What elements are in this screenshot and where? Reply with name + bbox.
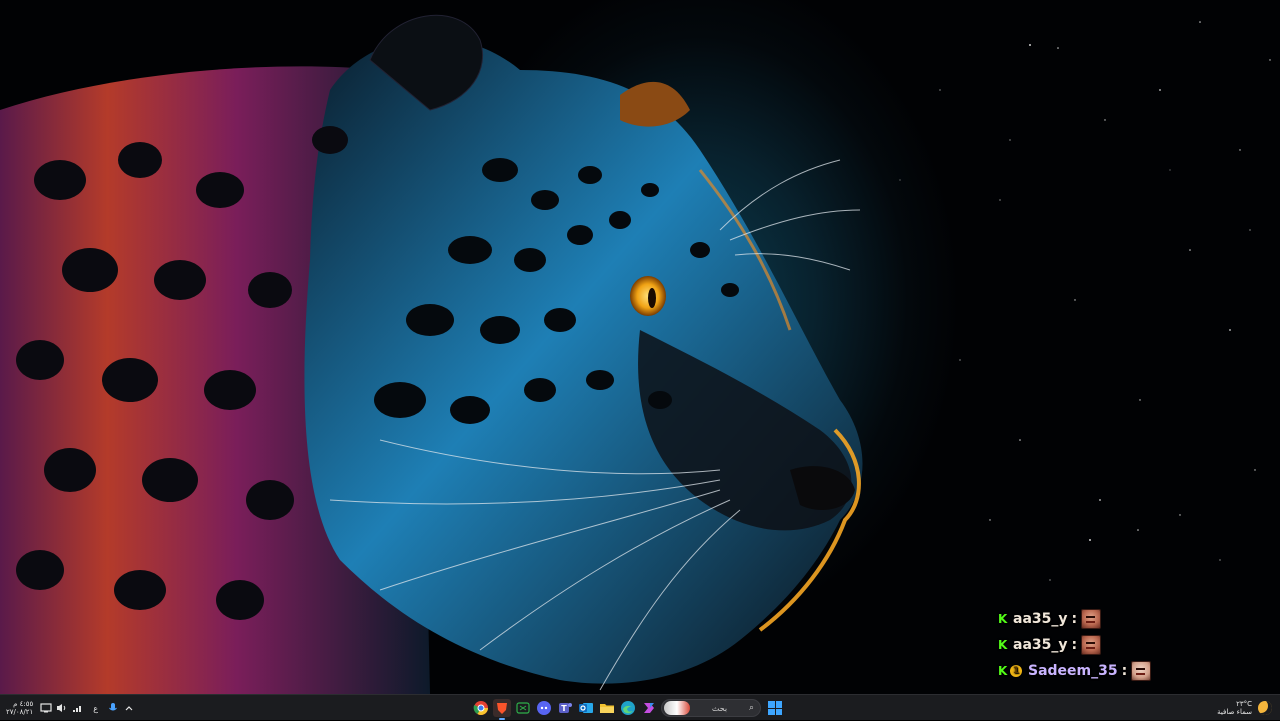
- outlook-app-icon[interactable]: [577, 699, 595, 717]
- clock-date: ٢٧/٠٨/٢١: [6, 708, 34, 716]
- chat-separator: :: [1071, 611, 1078, 627]
- teams-app-icon[interactable]: T: [556, 699, 574, 717]
- weather-condition: سماء صافية: [1217, 708, 1252, 716]
- taskbar-search-box[interactable]: بحث ⌕: [661, 699, 761, 717]
- system-tray: ٤:٥٥ م ٢٧/٠٨/٢١ ع: [6, 695, 136, 721]
- chat-separator: :: [1121, 663, 1128, 679]
- stream-chat-overlay: K aa35_y : K aa35_y : K 1 Sadeem_35 :: [998, 606, 1278, 684]
- chrome-app-icon[interactable]: [472, 699, 490, 717]
- desktop: K aa35_y : K aa35_y : K 1 Sadeem_35 :: [0, 0, 1280, 694]
- face-emote-icon: [1081, 609, 1102, 629]
- kick-platform-icon: K: [998, 638, 1008, 652]
- face-emote-icon: [1081, 635, 1102, 655]
- clock[interactable]: ٤:٥٥ م ٢٧/٠٨/٢١: [6, 700, 33, 716]
- brave-app-icon[interactable]: [493, 699, 511, 720]
- face-emote-icon: [1131, 661, 1152, 681]
- chat-username[interactable]: aa35_y: [1013, 637, 1068, 653]
- svg-text:T: T: [561, 704, 567, 713]
- subscriber-badge-icon: 1: [1010, 665, 1022, 677]
- chat-username[interactable]: aa35_y: [1013, 611, 1068, 627]
- moon-icon: [1258, 701, 1272, 715]
- chat-message: K aa35_y :: [998, 632, 1278, 658]
- file-explorer-icon[interactable]: [598, 699, 616, 717]
- edge-app-icon[interactable]: [619, 699, 637, 717]
- taskbar: ٤:٥٥ م ٢٧/٠٨/٢١ ع T بحث ⌕ ٢٣°C سماء صافي…: [0, 694, 1280, 720]
- volume-icon[interactable]: [55, 701, 69, 715]
- xbox-app-icon[interactable]: [514, 699, 532, 717]
- weather-temperature: ٢٣°C: [1236, 700, 1252, 708]
- kick-platform-icon: K: [998, 612, 1008, 626]
- clock-time: ٤:٥٥ م: [13, 700, 34, 708]
- chat-message: K 1 Sadeem_35 :: [998, 658, 1278, 684]
- weather-widget[interactable]: ٢٣°C سماء صافية: [1217, 695, 1272, 721]
- chevron-up-icon[interactable]: [122, 701, 136, 715]
- language-indicator[interactable]: ع: [93, 704, 98, 713]
- display-icon[interactable]: [39, 701, 53, 715]
- kick-platform-icon: K: [998, 664, 1008, 678]
- chat-username[interactable]: Sadeem_35: [1028, 663, 1118, 679]
- jaguar-wallpaper: [0, 14, 863, 694]
- search-placeholder: بحث: [711, 703, 728, 713]
- microphone-icon[interactable]: [106, 701, 120, 715]
- taskbar-apps: T بحث ⌕: [472, 695, 782, 721]
- network-icon[interactable]: [71, 701, 85, 715]
- start-menu-icon[interactable]: [768, 701, 782, 715]
- chat-message: K aa35_y :: [998, 606, 1278, 632]
- chat-separator: :: [1071, 637, 1078, 653]
- search-highlight-icon: [664, 701, 690, 715]
- discord-app-icon[interactable]: [535, 699, 553, 717]
- copilot-app-icon[interactable]: [640, 699, 658, 717]
- search-icon: ⌕: [748, 703, 754, 713]
